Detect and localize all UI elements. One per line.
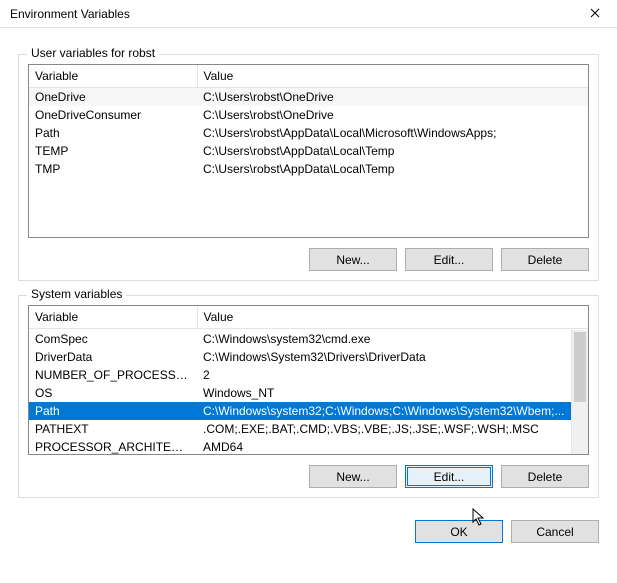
sys-buttons-row: New... Edit... Delete [28, 465, 589, 488]
table-row[interactable]: TEMP C:\Users\robst\AppData\Local\Temp [29, 142, 588, 160]
ok-button[interactable]: OK [415, 520, 503, 543]
table-row[interactable]: PROCESSOR_ARCHITECTURE AMD64 [29, 438, 571, 454]
user-col-variable[interactable]: Variable [29, 65, 197, 88]
table-row[interactable]: DriverData C:\Windows\System32\Drivers\D… [29, 348, 571, 366]
system-variables-label: System variables [27, 287, 126, 301]
user-buttons-row: New... Edit... Delete [28, 248, 589, 271]
sys-col-value[interactable]: Value [197, 306, 588, 329]
user-variables-label: User variables for robst [27, 46, 159, 60]
table-row[interactable]: TMP C:\Users\robst\AppData\Local\Temp [29, 160, 588, 178]
cancel-button[interactable]: Cancel [511, 520, 599, 543]
table-row[interactable]: OneDrive C:\Users\robst\OneDrive [29, 88, 588, 107]
user-delete-button[interactable]: Delete [501, 248, 589, 271]
table-row[interactable]: Path C:\Users\robst\AppData\Local\Micros… [29, 124, 588, 142]
close-icon [590, 7, 600, 21]
scrollbar[interactable] [571, 330, 588, 454]
user-new-button[interactable]: New... [309, 248, 397, 271]
system-variables-group: System variables Variable Value ComSpec [18, 295, 599, 498]
table-row[interactable]: ComSpec C:\Windows\system32\cmd.exe [29, 330, 571, 348]
user-variables-table[interactable]: Variable Value OneDrive C:\Users\robst\O… [28, 64, 589, 238]
user-edit-button[interactable]: Edit... [405, 248, 493, 271]
sys-new-button[interactable]: New... [309, 465, 397, 488]
dialog-content: User variables for robst Variable Value … [0, 28, 617, 508]
sys-delete-button[interactable]: Delete [501, 465, 589, 488]
close-button[interactable] [572, 0, 617, 28]
user-col-value[interactable]: Value [197, 65, 588, 88]
table-row[interactable]: NUMBER_OF_PROCESSORS 2 [29, 366, 571, 384]
sys-col-variable[interactable]: Variable [29, 306, 197, 329]
user-variables-group: User variables for robst Variable Value … [18, 54, 599, 281]
scrollbar-thumb[interactable] [574, 332, 586, 402]
dialog-footer: OK Cancel [0, 508, 617, 543]
table-row[interactable]: Path C:\Windows\system32;C:\Windows;C:\W… [29, 402, 571, 420]
table-row[interactable]: OS Windows_NT [29, 384, 571, 402]
sys-edit-button[interactable]: Edit... [405, 465, 493, 488]
table-row[interactable]: PATHEXT .COM;.EXE;.BAT;.CMD;.VBS;.VBE;.J… [29, 420, 571, 438]
window-title: Environment Variables [10, 7, 130, 21]
table-row[interactable]: OneDriveConsumer C:\Users\robst\OneDrive [29, 106, 588, 124]
title-bar: Environment Variables [0, 0, 617, 28]
system-variables-table[interactable]: Variable Value ComSpec C:\Windows\system… [28, 305, 589, 455]
